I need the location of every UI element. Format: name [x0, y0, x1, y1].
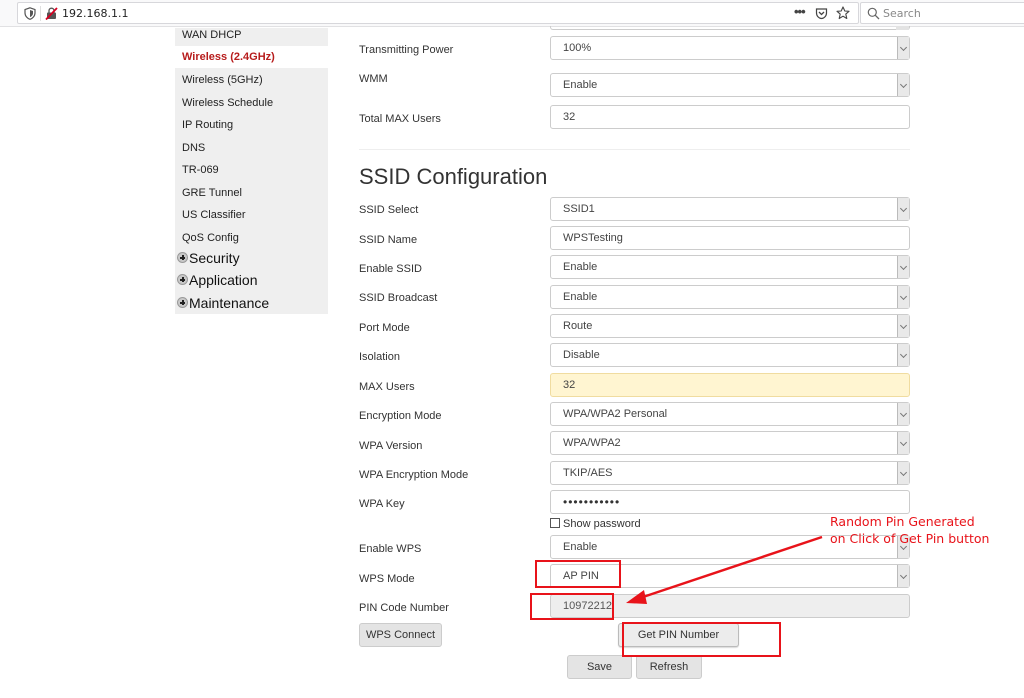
annotation-line-1: Random Pin Generated [830, 514, 975, 529]
total-max-users-input[interactable]: 32 [550, 105, 910, 129]
expand-plus-icon[interactable] [177, 274, 188, 285]
wpa-key-input[interactable]: ••••••••••• [550, 490, 910, 514]
chevron-down-icon[interactable] [897, 286, 909, 308]
chevron-down-icon[interactable] [897, 432, 909, 454]
enable-ssid-select[interactable]: Enable [550, 255, 910, 279]
sidebar-group-application[interactable]: Application [175, 272, 328, 294]
transmitting-power-select[interactable]: 100% [550, 36, 910, 60]
annotation-text: Random Pin Generated on Click of Get Pin… [830, 513, 989, 547]
bookmark-star-icon[interactable] [836, 6, 850, 20]
total-max-users-label: Total MAX Users [359, 113, 441, 125]
port-mode-label: Port Mode [359, 322, 410, 334]
wmm-value: Enable [563, 79, 598, 91]
sidebar-item-tr069[interactable]: TR-069 [175, 163, 328, 185]
sidebar-item-wireless-24ghz[interactable]: Wireless (2.4GHz) [175, 46, 328, 68]
max-users-label: MAX Users [359, 381, 415, 393]
chevron-down-icon[interactable] [897, 403, 909, 425]
encryption-mode-select[interactable]: WPA/WPA2 Personal [550, 402, 910, 426]
max-users-input[interactable]: 32 [550, 373, 910, 397]
ssid-name-label: SSID Name [359, 234, 418, 246]
ssid-select[interactable]: SSID1 [550, 197, 910, 221]
insecure-lock-icon[interactable] [45, 7, 58, 20]
section-divider [359, 149, 910, 150]
transmitting-power-value: 100% [563, 42, 592, 54]
address-bar-divider [40, 6, 41, 21]
port-mode-value: Route [563, 320, 593, 332]
chevron-down-icon[interactable] [897, 344, 909, 366]
scrolled-select-caret[interactable] [896, 26, 909, 30]
wpa-version-label: WPA Version [359, 440, 423, 452]
ssid-broadcast-label: SSID Broadcast [359, 292, 438, 304]
wps-connect-button[interactable]: WPS Connect [359, 623, 442, 647]
chevron-down-icon[interactable] [897, 74, 909, 96]
sidebar-group-maintenance[interactable]: Maintenance [175, 295, 328, 317]
wmm-select[interactable]: Enable [550, 73, 910, 97]
search-placeholder: Search [883, 7, 921, 20]
transmitting-power-label: Transmitting Power [359, 44, 454, 56]
enable-wps-label: Enable WPS [359, 543, 422, 555]
port-mode-select[interactable]: Route [550, 314, 910, 338]
sidebar-item-wireless-5ghz[interactable]: Wireless (5GHz) [175, 73, 328, 95]
sidebar-item-ip-routing[interactable]: IP Routing [175, 118, 328, 140]
sidebar-nav: WAN DHCP Wireless (2.4GHz) Wireless (5GH… [175, 28, 328, 314]
enable-ssid-value: Enable [563, 261, 598, 273]
wpa-encryption-mode-value: TKIP/AES [563, 467, 613, 479]
section-title: SSID Configuration [359, 164, 548, 189]
ssid-select-label: SSID Select [359, 204, 419, 216]
sidebar-group-label: Maintenance [189, 295, 270, 311]
sidebar-group-label: Security [189, 250, 240, 266]
isolation-select[interactable]: Disable [550, 343, 910, 367]
show-password-checkbox[interactable] [550, 518, 560, 528]
save-button[interactable]: Save [567, 655, 632, 679]
pin-code-label: PIN Code Number [359, 602, 449, 614]
sidebar-group-security[interactable]: Security [175, 250, 328, 272]
sidebar-item-gre-tunnel[interactable]: GRE Tunnel [175, 186, 328, 208]
encryption-mode-label: Encryption Mode [359, 410, 442, 422]
wpa-encryption-mode-label: WPA Encryption Mode [359, 469, 469, 481]
encryption-mode-value: WPA/WPA2 Personal [563, 408, 668, 420]
search-bar[interactable]: Search [860, 2, 1024, 24]
annotation-box-wps-mode [535, 560, 621, 588]
chevron-down-icon[interactable] [897, 37, 909, 59]
browser-toolbar: 192.168.1.1 ••• Search [0, 0, 1024, 27]
chevron-down-icon[interactable] [897, 315, 909, 337]
chevron-down-icon[interactable] [897, 565, 909, 587]
ssid-select-value: SSID1 [563, 203, 595, 215]
scrolled-select-field[interactable] [550, 26, 910, 30]
wpa-version-select[interactable]: WPA/WPA2 [550, 431, 910, 455]
sidebar-group-label: Application [189, 272, 258, 288]
ssid-broadcast-value: Enable [563, 291, 598, 303]
chevron-down-icon[interactable] [897, 462, 909, 484]
wpa-version-value: WPA/WPA2 [563, 437, 621, 449]
page-actions-menu-icon[interactable]: ••• [794, 4, 806, 19]
show-password-label[interactable]: Show password [563, 518, 641, 530]
pocket-icon[interactable] [815, 7, 828, 20]
isolation-label: Isolation [359, 351, 400, 363]
refresh-button[interactable]: Refresh [636, 655, 702, 679]
wpa-key-label: WPA Key [359, 498, 405, 510]
annotation-box-pin-code [530, 593, 614, 620]
enable-wps-value: Enable [563, 541, 598, 553]
sidebar-item-us-classifier[interactable]: US Classifier [175, 208, 328, 230]
address-bar[interactable]: 192.168.1.1 ••• [17, 2, 859, 24]
ssid-name-input[interactable]: WPSTesting [550, 226, 910, 250]
sidebar-item-wireless-schedule[interactable]: Wireless Schedule [175, 96, 328, 118]
expand-plus-icon[interactable] [177, 252, 188, 263]
search-icon [867, 7, 880, 20]
wpa-encryption-mode-select[interactable]: TKIP/AES [550, 461, 910, 485]
chevron-down-icon[interactable] [897, 256, 909, 278]
chevron-down-icon[interactable] [897, 198, 909, 220]
wmm-label: WMM [359, 73, 388, 85]
sidebar-item-dns[interactable]: DNS [175, 141, 328, 163]
ssid-broadcast-select[interactable]: Enable [550, 285, 910, 309]
annotation-line-2: on Click of Get Pin button [830, 531, 990, 546]
url-text[interactable]: 192.168.1.1 [62, 7, 128, 20]
enable-ssid-label: Enable SSID [359, 263, 422, 275]
wps-mode-label: WPS Mode [359, 573, 415, 585]
annotation-box-get-pin [622, 622, 781, 657]
expand-plus-icon[interactable] [177, 297, 188, 308]
tracking-shield-icon[interactable] [24, 7, 36, 20]
isolation-value: Disable [563, 349, 600, 361]
